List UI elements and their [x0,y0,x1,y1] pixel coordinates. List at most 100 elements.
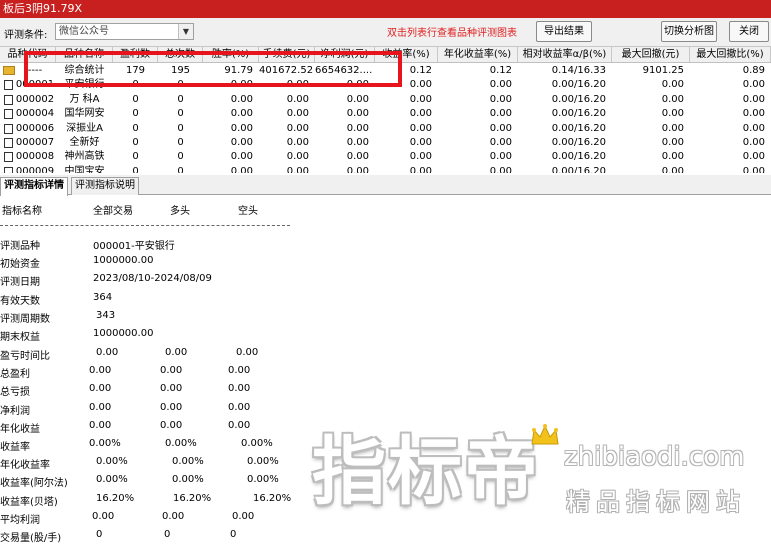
table-cell: 0.00 [346,151,369,163]
table-cell: 0.00 [230,108,253,120]
chevron-down-icon[interactable]: ▼ [178,24,193,39]
details-value: 000001-平安银行 [93,241,175,252]
details-label: 平均利润 [0,514,40,526]
row-checkbox[interactable] [4,166,13,173]
table-cell: 0.00 [409,108,432,120]
column-header[interactable]: 最大回撤比(%) [690,47,771,62]
table-cell: 0.00 [346,165,369,173]
table-cell: 0.00 [489,122,512,134]
table-row[interactable]: 000009 中国宝安 0 0 0.00 0.00 0.00 0.00 0.00 0.00/16.… [0,165,771,173]
table-cell: 0.89 [742,65,765,76]
table-cell: 0.00/16.20 [551,93,606,105]
table-cell: 0.00 [409,151,432,163]
table-cell: 0 [132,165,139,173]
table-cell: 全新好 [69,137,100,148]
details-value: 0 [96,529,103,540]
table-cell: 0.00 [346,122,369,134]
details-value: 0.00 [160,401,183,413]
details-value: 0.00% [247,456,279,468]
table-cell: 0.00 [409,93,432,105]
table-cell: 0.00 [286,165,309,173]
table-cell: 0.00 [346,137,369,148]
table-row[interactable]: 000002 万 科A 0 0 0.00 0.00 0.00 0.00 0.00 0.00/16.… [0,93,771,107]
details-value: 0.00% [89,438,121,449]
table-cell: 0.00 [661,151,684,163]
details-value: 0 [164,529,171,540]
details-value: 0.00 [92,510,115,522]
table-cell: 0.00 [489,93,512,105]
column-header[interactable]: 相对收益率α/β(%) [518,47,612,62]
table-cell: 0 [132,122,139,134]
table-cell: 0.00 [346,93,369,105]
tab-explanation[interactable]: 评测指标说明 [71,177,139,195]
column-header[interactable]: 年化收益率(%) [438,47,518,62]
details-value: 1000000.00 [93,255,154,267]
table-cell: 0.00 [742,122,765,134]
row-checkbox[interactable] [4,94,13,105]
details-label: 评测品种 [0,241,40,252]
export-button[interactable]: 导出结果 [536,21,592,42]
table-cell: 0 [177,165,184,173]
table-cell: 深振业A [66,122,103,134]
row-checkbox[interactable] [4,138,13,148]
table-row[interactable]: 000004 国华网安 0 0 0.00 0.00 0.00 0.00 0.00 0.00/16.… [0,107,771,121]
table-cell: 0.00 [286,93,309,105]
table-cell: 000007 [15,137,55,148]
details-value: 364 [93,291,113,303]
table-cell: 0.00 [742,137,765,148]
table-cell: 0.00 [286,108,309,120]
table-cell: 神州高铁 [64,151,105,163]
details-value: 0.00 [165,347,188,358]
table-cell: 0 [177,93,184,105]
details-label: 期末权益 [0,332,40,343]
switch-chart-button[interactable]: 切换分析图 [661,21,717,42]
table-cell: 000008 [15,151,55,163]
table-cell: 0.00 [230,122,253,134]
table-cell: 0.14/16.33 [551,65,606,76]
table-row[interactable]: 000008 神州高铁 0 0 0.00 0.00 0.00 0.00 0.00 0.00/16.… [0,150,771,164]
row-checkbox[interactable] [4,109,13,120]
table-cell: 0.00 [346,108,369,120]
table-cell: 0.00 [409,137,432,148]
details-label: 评测周期数 [0,313,50,325]
table-cell: 中国宝安 [64,165,105,173]
table-cell: 0.00 [661,122,684,134]
table-row[interactable]: 000006 深振业A 0 0 0.00 0.00 0.00 0.00 0.00 0.00/16.… [0,122,771,136]
table-row[interactable]: 000007 全新好 0 0 0.00 0.00 0.00 0.00 0.00 0.00/16.2… [0,136,771,150]
table-cell: 0.00 [742,151,765,163]
table-cell: 000002 [15,93,55,105]
table-cell: 0.00 [286,122,309,134]
table-cell: 0.00 [742,93,765,105]
details-value: 1000000.00 [93,328,154,339]
table-cell: 0.00 [661,108,684,120]
row-checkbox[interactable] [4,80,13,91]
details-value: 0.00 [228,419,251,431]
details-value: 0.00 [232,510,255,522]
table-cell: 0 [177,108,184,120]
table-cell: 0.00 [409,122,432,134]
toolbar: 评测条件: 微信公众号 ▼ 双击列表行查看品种评测图表 导出结果 切换分析图 关… [0,18,771,46]
table-cell: 0.00 [230,137,253,148]
details-value: 0.00 [228,365,251,377]
details-value: 0 [230,529,237,540]
row-checkbox[interactable] [4,123,13,134]
condition-label: 评测条件: [4,30,48,41]
details-column-header: 指标名称 [2,206,42,217]
details-label: 交易量(股/手) [0,533,62,544]
column-header[interactable]: 最大回撤(元) [612,47,690,62]
details-value: 0.00% [247,474,279,486]
details-label: 总亏损 [0,387,30,399]
close-button[interactable]: 关闭 [729,21,769,42]
table-cell: 0.00 [489,165,512,173]
table-cell: 0.00 [489,79,512,91]
details-value: 0.00% [172,456,204,468]
details-label: 盈亏时间比 [0,351,50,362]
table-cell: 0.00/16.20 [551,165,606,173]
condition-select[interactable]: 微信公众号 ▼ [55,23,194,40]
details-value: 0.00% [165,438,197,449]
tab-details[interactable]: 评测指标详情 [0,177,68,196]
table-cell: 0.00/16.20 [551,151,606,163]
row-checkbox[interactable] [4,152,13,163]
table-cell: 0.00 [409,165,432,173]
details-value: 0.00 [89,419,112,431]
